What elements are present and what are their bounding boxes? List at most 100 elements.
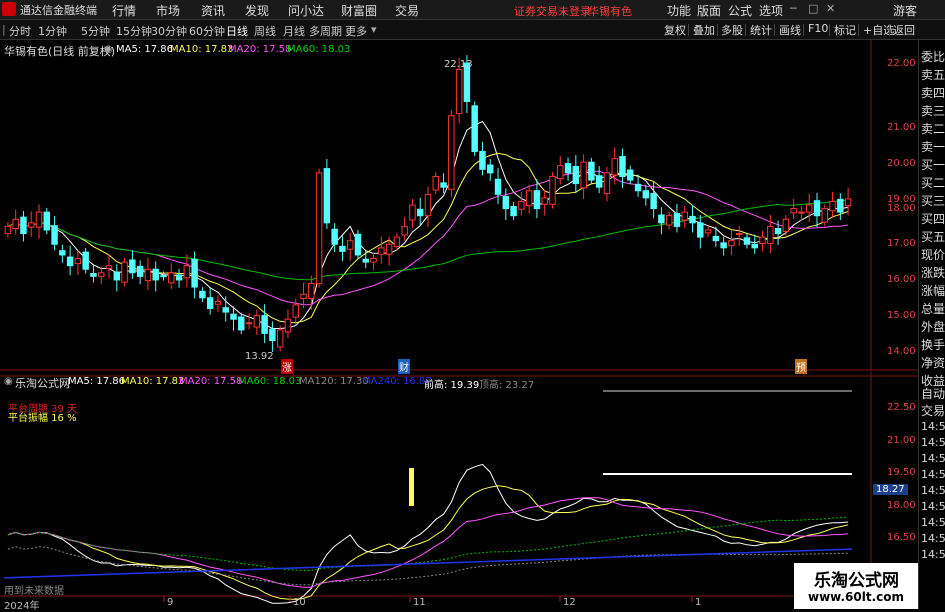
- side-quote-item[interactable]: 卖四: [921, 84, 945, 101]
- tab-60min[interactable]: 60分钟: [189, 23, 225, 39]
- stock-title: 华锡有色(日线 前复权): [4, 45, 116, 58]
- candle-body: [59, 250, 66, 256]
- menu-xuanxiang[interactable]: 选项: [759, 2, 783, 19]
- menu-shichang[interactable]: 市场: [156, 2, 180, 19]
- button-biaoji[interactable]: 标记: [832, 22, 858, 38]
- menu-faxian[interactable]: 发现: [245, 2, 269, 19]
- candle-body: [525, 190, 533, 207]
- candle-body: [494, 178, 502, 195]
- menu-gongneng[interactable]: 功能: [667, 2, 691, 19]
- side-quote-item[interactable]: 委比: [921, 48, 945, 65]
- candle-body: [354, 233, 362, 256]
- candle-body: [673, 213, 681, 227]
- candle-body: [12, 218, 19, 230]
- menu-caifuquan[interactable]: 财富圈: [341, 2, 377, 19]
- price-tick: 22.00: [887, 58, 916, 69]
- button-duogu[interactable]: 多股: [719, 22, 745, 38]
- price-tick: 14.00: [887, 346, 916, 357]
- candle-body: [28, 222, 35, 228]
- side-quote-item[interactable]: 买二: [921, 174, 945, 191]
- candle-body: [518, 200, 525, 210]
- close-icon[interactable]: ✕: [826, 2, 835, 15]
- sub-tick: 22.50: [887, 402, 916, 413]
- menu-gongshi[interactable]: 公式: [728, 2, 752, 19]
- candle-body: [790, 208, 797, 214]
- candle-body: [564, 163, 572, 174]
- side-quote-item[interactable]: 卖二: [921, 120, 945, 137]
- menu-hangqing[interactable]: 行情: [112, 2, 136, 19]
- candle-body: [681, 211, 688, 221]
- side-quote-item[interactable]: 换手: [921, 336, 945, 353]
- legend-toggle-icon[interactable]: ◉: [104, 44, 113, 55]
- candle-body: [510, 205, 517, 217]
- menu-wenxiaoda[interactable]: 问小达: [288, 2, 324, 19]
- tab-weekly[interactable]: 周线: [254, 23, 276, 39]
- candle-body: [487, 164, 494, 174]
- tab-15min[interactable]: 15分钟: [116, 23, 152, 39]
- tab-5min[interactable]: 5分钟: [81, 23, 110, 39]
- candle-body: [346, 240, 354, 250]
- legend-ma10: MA10: 17.83: [170, 44, 234, 55]
- candle-body: [611, 158, 618, 176]
- side-quote-item[interactable]: 买五: [921, 228, 945, 245]
- candle-body: [393, 236, 401, 247]
- marker-yu[interactable]: 预: [795, 359, 807, 374]
- side-auto-item[interactable]: 自动: [921, 385, 945, 402]
- sub-tick: 21.00: [887, 435, 916, 446]
- candle-body: [269, 328, 276, 342]
- tab-more[interactable]: 更多: [345, 23, 367, 39]
- side-auto-item[interactable]: 交易: [921, 402, 945, 419]
- button-back[interactable]: 返回: [891, 22, 917, 38]
- side-quote-item[interactable]: 涨跌: [921, 264, 945, 281]
- side-quote-item[interactable]: 卖一: [921, 138, 945, 155]
- tab-monthly[interactable]: 月线: [283, 23, 305, 39]
- candle-body: [650, 193, 657, 210]
- candle-body: [230, 313, 237, 320]
- more-chevron-icon[interactable]: ▾: [371, 23, 377, 36]
- button-diejia[interactable]: 叠加: [691, 22, 717, 38]
- side-quote-item[interactable]: 卖五: [921, 66, 945, 83]
- side-quote-item[interactable]: 买一: [921, 156, 945, 173]
- marker-zhang[interactable]: 涨: [281, 359, 293, 374]
- candle-body: [261, 315, 268, 334]
- side-quote-item[interactable]: 卖三: [921, 102, 945, 119]
- maximize-icon[interactable]: □: [808, 2, 818, 15]
- minimize-icon[interactable]: ─: [790, 2, 797, 15]
- tab-daily[interactable]: 日线: [226, 23, 248, 39]
- menu-zixun[interactable]: 资讯: [201, 2, 225, 19]
- price-tick: 17.00: [887, 238, 916, 249]
- login-alert[interactable]: 证券交易未登录: [514, 3, 591, 19]
- sub-tick: 16.50: [887, 532, 916, 543]
- candle-body: [4, 225, 12, 235]
- price-tick: 18.00: [887, 203, 916, 214]
- side-quote-item[interactable]: 涨幅: [921, 282, 945, 299]
- side-quote-item[interactable]: 现价: [921, 246, 945, 263]
- button-f10[interactable]: F10: [806, 22, 830, 35]
- candle-body: [479, 150, 486, 170]
- side-quote-item[interactable]: 外盘: [921, 318, 945, 335]
- kline-chart[interactable]: [0, 40, 918, 609]
- side-quote-item[interactable]: 净资: [921, 354, 945, 371]
- candle-body: [634, 183, 642, 192]
- button-fuquan[interactable]: 复权: [662, 22, 688, 38]
- candle-body: [331, 228, 338, 245]
- button-huaxian[interactable]: 画线: [777, 22, 803, 38]
- candle-body: [720, 242, 727, 249]
- app-title: 通达信金融终端: [20, 4, 97, 17]
- candle-body: [798, 211, 805, 214]
- tab-multi-period[interactable]: 多周期: [309, 23, 342, 39]
- tab-1min[interactable]: 1分钟: [38, 23, 67, 39]
- sub-toggle-icon[interactable]: ◉: [4, 376, 13, 387]
- candle-body: [603, 172, 611, 195]
- side-quote-item[interactable]: 总量: [921, 300, 945, 317]
- menu-jiaoyi[interactable]: 交易: [395, 2, 419, 19]
- side-quote-item[interactable]: 买三: [921, 192, 945, 209]
- candle-body: [409, 204, 416, 221]
- menu-banmian[interactable]: 版面: [697, 2, 721, 19]
- side-quote-item[interactable]: 买四: [921, 210, 945, 227]
- user-label[interactable]: 游客: [893, 2, 917, 19]
- button-tongji[interactable]: 统计: [748, 22, 774, 38]
- marker-cai[interactable]: 财: [398, 359, 410, 374]
- tab-30min[interactable]: 30分钟: [151, 23, 187, 39]
- tab-fenshi[interactable]: 分时: [9, 23, 31, 39]
